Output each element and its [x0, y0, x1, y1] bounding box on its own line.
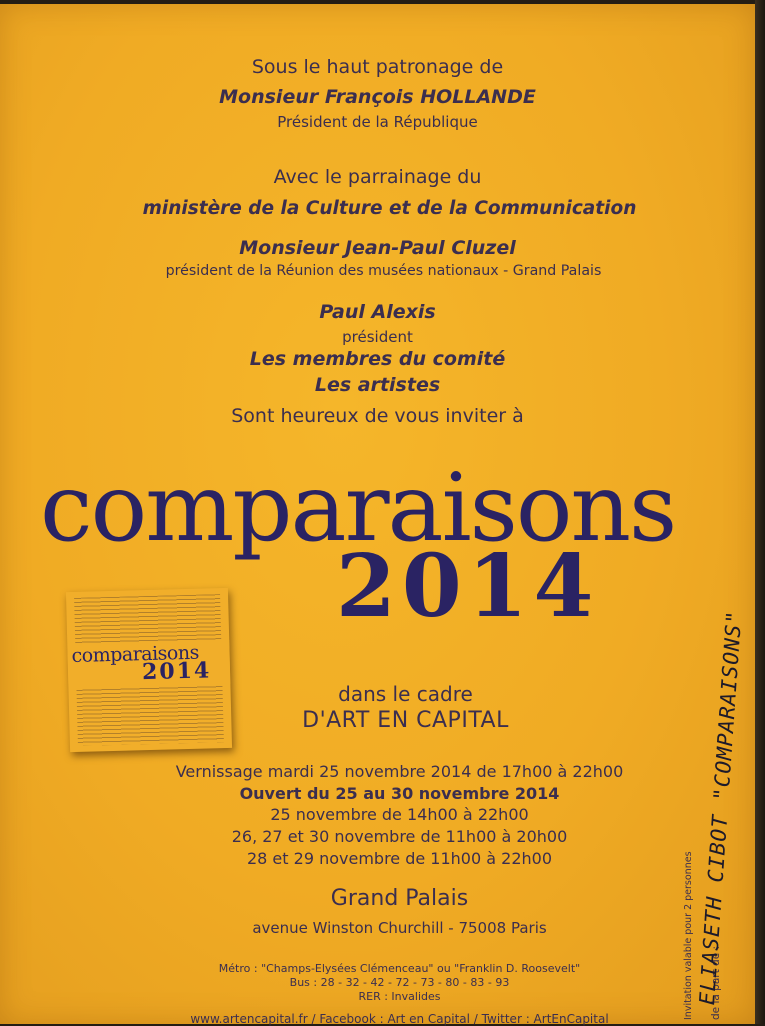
sponsor-role: président de la Réunion des musées natio…	[165, 263, 602, 279]
hours-day-3: 28 et 29 novembre de 11h00 à 22h00	[246, 849, 552, 868]
hours-day-2: 26, 27 et 30 novembre de 11h00 à 20h00	[231, 827, 568, 846]
patronage-intro: Sous le haut patronage de	[251, 56, 504, 78]
vernissage-line: Vernissage mardi 25 novembre 2014 de 17h…	[175, 762, 624, 781]
invitation-card: Sous le haut patronage de Monsieur Franç…	[0, 4, 755, 1026]
frame-line-1: dans le cadre	[338, 682, 473, 706]
sponsorship-intro: Avec le parrainage du	[273, 166, 482, 188]
venue-address: avenue Winston Churchill - 75008 Paris	[252, 919, 547, 937]
rer-info: RER : Invalides	[358, 990, 441, 1003]
validity-note: Invitation valable pour 2 personnes	[683, 851, 694, 1020]
invite-line: Sont heureux de vous inviter à	[231, 405, 524, 427]
sponsor-name: Monsieur Jean-Paul Cluzel	[239, 237, 516, 259]
venue-name: Grand Palais	[330, 886, 469, 911]
frame-line-2: D'ART EN CAPITAL	[302, 708, 509, 733]
ministry-name: ministère de la Culture et de la Communi…	[142, 198, 637, 219]
thumbnail-year: 2014	[141, 657, 212, 686]
committee-line: Les membres du comité	[249, 348, 506, 370]
patron-name: Monsieur François HOLLANDE	[219, 86, 536, 108]
open-dates: Ouvert du 25 au 30 novembre 2014	[239, 784, 560, 803]
hours-day-1: 25 novembre de 14h00 à 22h00	[270, 805, 529, 824]
background-edge	[755, 0, 765, 1024]
host-name: Paul Alexis	[319, 301, 436, 323]
host-role: président	[342, 328, 413, 346]
patron-role: Président de la République	[277, 113, 478, 131]
metro-info: Métro : "Champs-Elysées Clémenceau" ou "…	[218, 962, 581, 975]
artists-line: Les artistes	[314, 374, 441, 396]
event-year: 2014	[336, 536, 600, 637]
bus-info: Bus : 28 - 32 - 42 - 72 - 73 - 80 - 83 -…	[289, 976, 510, 989]
